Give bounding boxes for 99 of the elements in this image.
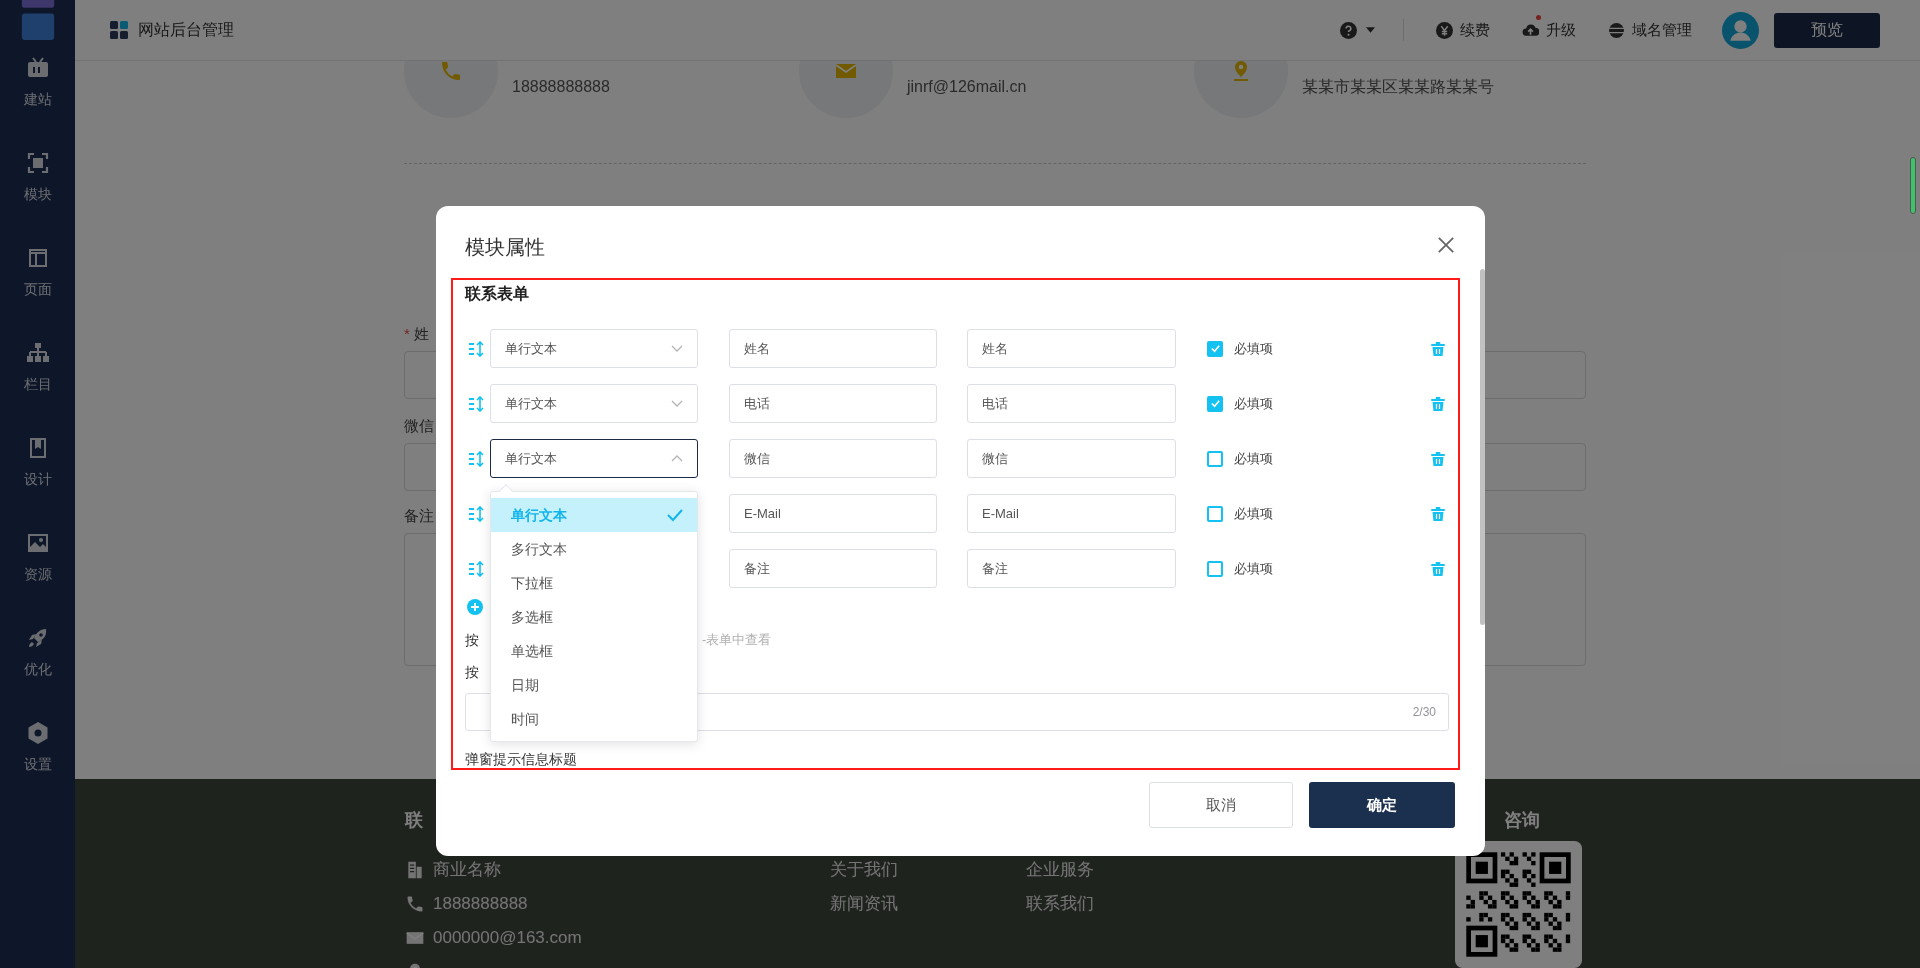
section-title: 联系表单 xyxy=(464,284,530,304)
preview-button[interactable]: 预览 xyxy=(1774,12,1880,48)
input-field[interactable]: 姓名 xyxy=(729,329,937,368)
input-field[interactable]: 姓名 xyxy=(967,329,1176,368)
drag-handle-icon[interactable] xyxy=(468,395,484,412)
check-icon xyxy=(1209,398,1221,409)
field-label: 按 xyxy=(464,663,480,682)
select-value: 单行文本 xyxy=(505,339,557,358)
check-icon xyxy=(1209,343,1221,354)
trash-icon[interactable] xyxy=(1430,505,1446,522)
checkbox-label: 必填项 xyxy=(1234,339,1273,358)
drag-handle-icon[interactable] xyxy=(468,450,484,467)
checkbox-label: 必填项 xyxy=(1234,504,1273,523)
dropdown-option[interactable]: 多选框 xyxy=(491,600,697,634)
input-field[interactable]: E-Mail xyxy=(967,494,1176,533)
footer-heading: 联 xyxy=(405,809,424,832)
grid-logo-icon[interactable] xyxy=(110,21,128,39)
select-value: 单行文本 xyxy=(505,449,557,468)
select-value: 单行文本 xyxy=(505,394,557,413)
chevron-down-icon xyxy=(671,400,683,407)
sidebar-item-label[interactable]: 建站 xyxy=(23,89,52,109)
dropdown-option[interactable]: 下拉框 xyxy=(491,566,697,600)
footer-heading: 咨询 xyxy=(1504,809,1541,832)
checkbox[interactable] xyxy=(1207,505,1223,522)
checkbox-label: 必填项 xyxy=(1234,394,1273,413)
chevron-down-icon xyxy=(671,345,683,352)
chevron-up-icon xyxy=(671,455,683,462)
trash-icon[interactable] xyxy=(1430,450,1446,467)
footer-link[interactable]: 联系我们 xyxy=(1026,891,1094,917)
footer-text: 商业名称 xyxy=(433,859,501,882)
cancel-button[interactable]: 取消 xyxy=(1149,782,1293,828)
phone-icon xyxy=(405,894,425,914)
scrollbar-thumb[interactable] xyxy=(1480,269,1485,625)
tv-icon[interactable] xyxy=(25,56,50,80)
checkbox-label: 必填项 xyxy=(1234,559,1273,578)
sidebar-item-label[interactable]: 资源 xyxy=(23,564,52,584)
checkbox[interactable] xyxy=(1207,450,1223,467)
input-field[interactable]: 电话 xyxy=(729,384,937,423)
trash-icon[interactable] xyxy=(1430,340,1446,357)
input-field[interactable]: E-Mail xyxy=(729,494,937,533)
drag-handle-icon[interactable] xyxy=(468,505,484,522)
checkbox[interactable] xyxy=(1207,340,1223,357)
character-counter: 2/30 xyxy=(1412,704,1436,721)
input-field[interactable]: 备注 xyxy=(967,549,1176,588)
input-field[interactable]: 备注 xyxy=(729,549,937,588)
field-label: 微信 xyxy=(404,415,434,436)
sitemap-icon[interactable] xyxy=(25,341,50,365)
avatar[interactable] xyxy=(1722,11,1759,49)
close-icon[interactable] xyxy=(1437,236,1455,254)
toolbar-link[interactable]: 升级 xyxy=(1546,18,1576,42)
field-label: 姓 xyxy=(413,323,429,344)
frame-icon[interactable] xyxy=(25,151,50,175)
globe-icon[interactable] xyxy=(1608,21,1625,39)
footer-text: 1888888888 xyxy=(433,893,528,916)
sidebar-item-label[interactable]: 页面 xyxy=(23,279,52,299)
checkbox-label: 必填项 xyxy=(1234,449,1273,468)
toolbar-link[interactable]: 续费 xyxy=(1460,18,1490,42)
confirm-button[interactable]: 确定 xyxy=(1309,782,1455,828)
phone-icon xyxy=(439,61,463,83)
image-icon[interactable] xyxy=(25,531,50,555)
input-field[interactable]: 电话 xyxy=(967,384,1176,423)
app-title: 网站后台管理 xyxy=(138,20,234,40)
dropdown-option[interactable]: 单选框 xyxy=(491,634,697,668)
sidebar-item-label[interactable]: 优化 xyxy=(23,659,52,679)
required-asterisk: * xyxy=(404,323,410,344)
drag-handle-icon[interactable] xyxy=(468,560,484,577)
sidebar-item-label[interactable]: 设置 xyxy=(23,754,52,774)
field-label: 弹窗提示信息标题 xyxy=(464,750,578,768)
settings-icon[interactable] xyxy=(25,721,50,745)
sidebar-item-label[interactable]: 栏目 xyxy=(23,374,52,394)
hint-text: -表单中查看 xyxy=(702,631,772,650)
input-field[interactable]: 微信 xyxy=(729,439,937,478)
type-select[interactable]: 单行文本 xyxy=(490,439,698,478)
contact-text: 某某市某某区某某路某某号 xyxy=(1302,77,1494,97)
contact-text: jinrf@126mail.cn xyxy=(907,77,1027,97)
drag-handle-icon[interactable] xyxy=(468,340,484,357)
building-icon xyxy=(405,860,425,880)
scrollbar-thumb[interactable] xyxy=(1910,157,1916,214)
checkbox[interactable] xyxy=(1207,395,1223,412)
trash-icon[interactable] xyxy=(1430,395,1446,412)
modal-title: 模块属性 xyxy=(465,235,545,260)
caret-icon[interactable] xyxy=(1366,27,1375,33)
field-label: 按 xyxy=(465,630,479,650)
type-select[interactable]: 单行文本 xyxy=(490,384,698,423)
sidebar-item-label[interactable]: 模块 xyxy=(23,184,52,204)
footer-text: 0000000@163.com xyxy=(433,927,582,950)
yen-icon[interactable] xyxy=(1436,21,1453,39)
checkbox[interactable] xyxy=(1207,560,1223,577)
dropdown-option[interactable]: 多行文本 xyxy=(491,532,697,566)
add-icon[interactable] xyxy=(467,599,483,615)
trash-icon[interactable] xyxy=(1430,560,1446,577)
sidebar-item-label[interactable]: 设计 xyxy=(23,469,52,489)
help-icon[interactable] xyxy=(1340,21,1357,39)
type-select[interactable]: 单行文本 xyxy=(490,329,698,368)
toolbar-link[interactable]: 域名管理 xyxy=(1632,18,1692,42)
check-icon xyxy=(667,508,683,522)
contact-text: 18888888888 xyxy=(512,77,610,97)
input-field[interactable]: 微信 xyxy=(967,439,1176,478)
field-label: 备注 xyxy=(404,505,434,526)
